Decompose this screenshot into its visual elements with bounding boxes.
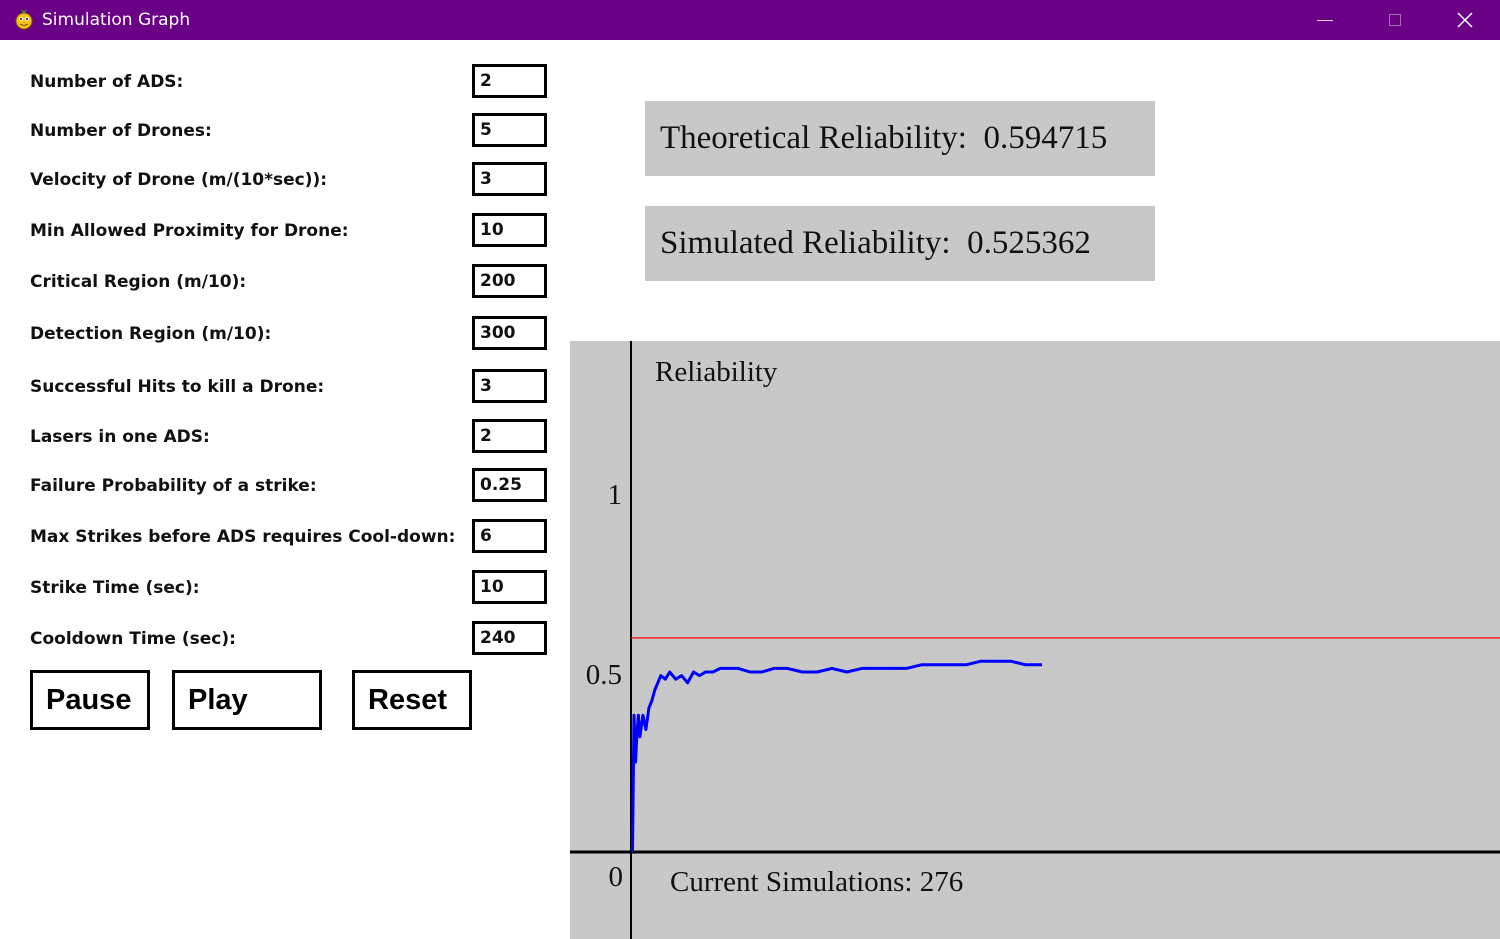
param-label: Failure Probability of a strike: <box>30 476 317 496</box>
reset-button[interactable]: Reset <box>352 670 472 730</box>
param-row-min-proximity: Min Allowed Proximity for Drone: <box>0 213 570 249</box>
theoretical-reliability-value: 0.594715 <box>983 120 1108 156</box>
detection-region-input[interactable] <box>472 316 547 350</box>
param-label: Successful Hits to kill a Drone: <box>30 377 325 397</box>
number-of-drones-input[interactable] <box>472 113 547 147</box>
simulated-reliability-box: Simulated Reliability: 0.525362 <box>645 206 1155 281</box>
minimize-icon <box>1317 19 1333 21</box>
param-label: Detection Region (m/10): <box>30 324 272 344</box>
critical-region-input[interactable] <box>472 264 547 298</box>
param-row-lasers-per-ads: Lasers in one ADS: <box>0 419 570 455</box>
play-button[interactable]: Play <box>172 670 322 730</box>
y-tick-label-0.5: 0.5 <box>586 659 622 691</box>
pause-button[interactable]: Pause <box>30 670 150 730</box>
y-tick-label-1: 1 <box>608 479 623 511</box>
param-row-cooldown-time: Cooldown Time (sec): <box>0 621 570 657</box>
min-proximity-input[interactable] <box>472 213 547 247</box>
param-label: Critical Region (m/10): <box>30 272 247 292</box>
param-row-max-strikes: Max Strikes before ADS requires Cool-dow… <box>0 519 570 555</box>
window-controls <box>1290 0 1500 40</box>
param-row-critical-region: Critical Region (m/10): <box>0 264 570 300</box>
param-row-number-of-drones: Number of Drones: <box>0 113 570 149</box>
pygame-snake-icon <box>13 9 35 31</box>
param-row-failure-probability: Failure Probability of a strike: <box>0 468 570 504</box>
param-row-number-of-ads: Number of ADS: <box>0 64 570 100</box>
param-label: Min Allowed Proximity for Drone: <box>30 221 349 241</box>
drone-velocity-input[interactable] <box>472 162 547 196</box>
param-label: Number of Drones: <box>30 121 212 141</box>
title-bar: Simulation Graph <box>0 0 1500 40</box>
number-of-ads-input[interactable] <box>472 64 547 98</box>
param-label: Number of ADS: <box>30 72 184 92</box>
simulated-reliability-label: Simulated Reliability: <box>660 225 951 261</box>
reliability-graph: Reliability 1 0.5 0 Current Simulations:… <box>570 341 1500 939</box>
close-button[interactable] <box>1430 0 1500 40</box>
minimize-button[interactable] <box>1290 0 1360 40</box>
param-label: Velocity of Drone (m/(10*sec)): <box>30 170 328 190</box>
param-label: Max Strikes before ADS requires Cool-dow… <box>30 527 456 547</box>
maximize-icon <box>1389 14 1401 26</box>
maximize-button[interactable] <box>1360 0 1430 40</box>
simulated-reliability-value: 0.525362 <box>967 225 1091 261</box>
param-row-hits-to-kill: Successful Hits to kill a Drone: <box>0 369 570 405</box>
lasers-per-ads-input[interactable] <box>472 419 547 453</box>
max-strikes-input[interactable] <box>472 519 547 553</box>
param-label: Strike Time (sec): <box>30 578 200 598</box>
close-icon <box>1457 12 1473 28</box>
param-row-strike-time: Strike Time (sec): <box>0 570 570 606</box>
strike-time-input[interactable] <box>472 570 547 604</box>
y-axis-label: Reliability <box>655 356 778 388</box>
current-simulations-value: 276 <box>920 866 964 898</box>
y-tick-label-0: 0 <box>609 861 624 893</box>
theoretical-reliability-box: Theoretical Reliability: 0.594715 <box>645 101 1155 176</box>
param-row-detection-region: Detection Region (m/10): <box>0 316 570 352</box>
cooldown-time-input[interactable] <box>472 621 547 655</box>
current-simulations-label: Current Simulations: <box>670 866 912 898</box>
current-simulations-readout: Current Simulations: 276 <box>670 866 963 898</box>
theoretical-reliability-label: Theoretical Reliability: <box>660 120 967 156</box>
param-label: Cooldown Time (sec): <box>30 629 236 649</box>
reliability-chart-svg: Reliability 1 0.5 0 Current Simulations:… <box>570 341 1500 939</box>
window-title: Simulation Graph <box>42 10 191 30</box>
parameter-panel: Number of ADS: Number of Drones: Velocit… <box>0 40 570 939</box>
simulated-reliability-series <box>631 659 1042 853</box>
param-label: Lasers in one ADS: <box>30 427 210 447</box>
hits-to-kill-input[interactable] <box>472 369 547 403</box>
param-row-drone-velocity: Velocity of Drone (m/(10*sec)): <box>0 162 570 198</box>
failure-probability-input[interactable] <box>472 468 547 502</box>
